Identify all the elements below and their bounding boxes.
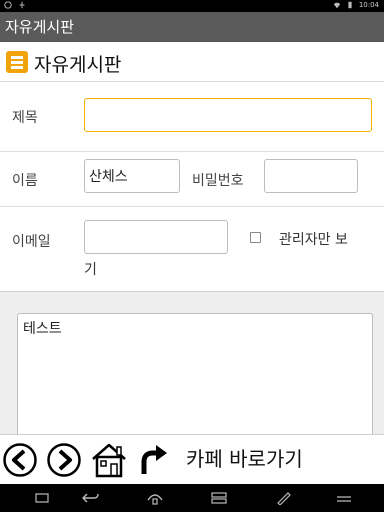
- name-input[interactable]: [84, 159, 180, 193]
- battery-icon: [348, 1, 352, 9]
- password-label: 비밀번호: [192, 173, 244, 189]
- admin-only-label-wrap[interactable]: 기: [84, 259, 97, 279]
- email-label: 이메일: [12, 234, 51, 250]
- forward-arrow-icon[interactable]: [46, 442, 82, 478]
- hamburger-menu-icon[interactable]: [6, 51, 28, 73]
- name-row: 이름 비밀번호: [0, 152, 384, 207]
- password-input[interactable]: [264, 159, 358, 193]
- app-title: 자유게시판: [5, 18, 75, 36]
- back-arrow-icon[interactable]: [2, 442, 38, 478]
- screenshot-icon[interactable]: [35, 491, 49, 505]
- email-row: 이메일 관리자만 보 기: [0, 207, 384, 292]
- bottom-toolbar: 카페 바로가기: [0, 434, 384, 484]
- home-icon[interactable]: [90, 442, 128, 478]
- notification-icon: [4, 1, 12, 9]
- status-bar: 10:04: [0, 0, 384, 12]
- page-title: 자유게시판: [34, 54, 122, 76]
- back-icon[interactable]: [82, 491, 100, 505]
- wifi-icon: [333, 2, 341, 9]
- home-nav-icon[interactable]: [146, 491, 164, 505]
- system-nav-bar: [0, 484, 384, 512]
- page-header: 자유게시판: [0, 42, 384, 82]
- subject-label: 제목: [12, 110, 38, 126]
- usb-icon: [19, 1, 25, 9]
- content-textarea[interactable]: 테스트: [17, 313, 373, 443]
- redo-arrow-icon[interactable]: [136, 442, 172, 478]
- admin-only-label[interactable]: 관리자만 보: [279, 229, 348, 249]
- name-label: 이름: [12, 173, 38, 189]
- app-title-bar: 자유게시판: [0, 12, 384, 42]
- keyboard-icon[interactable]: [335, 491, 353, 505]
- recent-apps-icon[interactable]: [210, 491, 228, 505]
- pen-icon[interactable]: [276, 491, 292, 505]
- admin-only-checkbox[interactable]: [250, 232, 261, 243]
- status-time: 10:04: [358, 1, 379, 9]
- post-form: 제목 이름 비밀번호 이메일 관리자만 보 기: [0, 82, 384, 292]
- email-input[interactable]: [84, 220, 228, 254]
- subject-row: 제목: [0, 82, 384, 152]
- subject-input[interactable]: [84, 98, 372, 132]
- cafe-shortcut-link[interactable]: 카페 바로가기: [186, 443, 303, 472]
- content-area: 테스트: [0, 292, 384, 443]
